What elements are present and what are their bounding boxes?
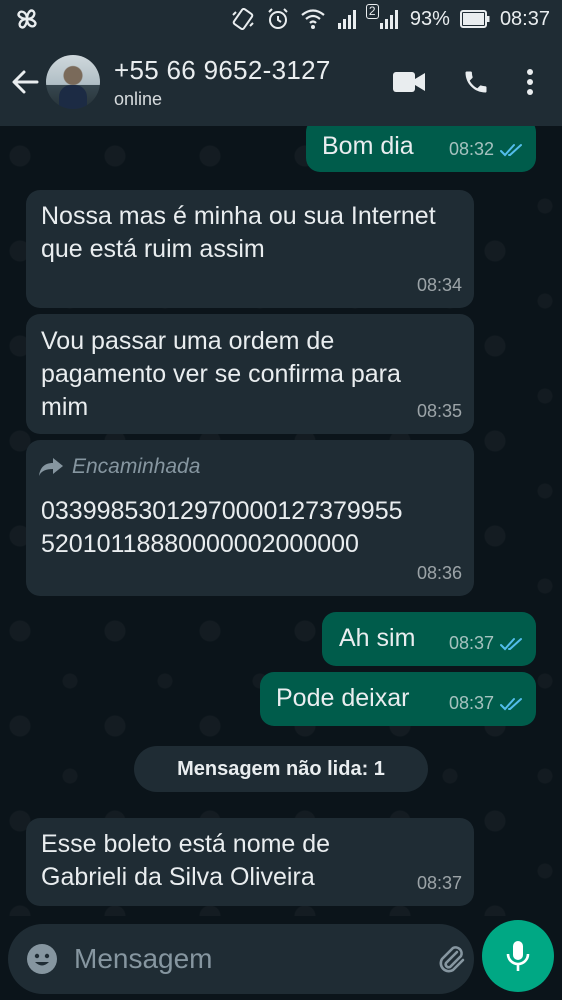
- forwarded-text: Encaminhada: [72, 455, 201, 478]
- message-time: 08:35: [416, 401, 462, 421]
- unread-messages-divider: Mensagem não lida: 1: [134, 746, 428, 792]
- battery-percent: 93%: [409, 7, 450, 30]
- emoji-button[interactable]: [26, 943, 58, 975]
- message-text-line1: 03399853012970000127379955: [41, 497, 403, 525]
- message-meta: 08:37: [449, 627, 524, 660]
- chat-header: +55 66 9652-3127 online: [0, 38, 562, 126]
- voice-message-button[interactable]: [482, 920, 554, 992]
- video-call-icon: [393, 72, 425, 92]
- status-bar: 2 93% 08:37: [0, 0, 562, 38]
- message-outgoing[interactable]: Ah sim 08:37: [322, 612, 536, 666]
- message-time: 08:37: [448, 633, 494, 653]
- more-vert-icon: [527, 69, 533, 95]
- vibrate-icon: [232, 7, 254, 31]
- alarm-icon: [268, 8, 288, 29]
- message-text: Esse boleto está nome de Gabrieli da Sil…: [41, 830, 331, 891]
- composer-bar: [0, 916, 562, 1000]
- voice-call-button[interactable]: [462, 68, 490, 96]
- message-meta: 08:36: [417, 557, 462, 590]
- message-text: Vou passar uma ordem de pagamento ver se…: [41, 327, 401, 421]
- sim2-badge: 2: [365, 4, 379, 19]
- message-time: 08:32: [448, 139, 494, 159]
- read-ticks-icon: [500, 143, 522, 156]
- video-call-button[interactable]: [392, 70, 426, 94]
- status-left: [14, 6, 40, 32]
- message-meta: 08:34: [417, 269, 462, 302]
- more-options-button[interactable]: [526, 68, 534, 96]
- status-time: 08:37: [499, 7, 550, 30]
- contact-status: online: [114, 88, 163, 109]
- read-ticks-icon: [500, 637, 522, 650]
- message-meta: 08:37: [417, 867, 462, 900]
- composer-pill: [8, 924, 536, 994]
- status-right: 2 93% 08:37: [230, 4, 550, 32]
- message-incoming[interactable]: Vou passar uma ordem de pagamento ver se…: [26, 314, 474, 434]
- message-text: Nossa mas é minha ou sua Internet que es…: [41, 202, 436, 263]
- header-actions: [392, 68, 534, 96]
- battery-icon: [459, 10, 490, 28]
- message-outgoing[interactable]: Pode deixar 08:37: [260, 672, 536, 726]
- back-arrow-icon: [12, 70, 39, 94]
- pinwheel-icon: [17, 9, 37, 29]
- message-incoming[interactable]: Nossa mas é minha ou sua Internet que es…: [26, 190, 474, 308]
- message-time: 08:37: [416, 873, 462, 893]
- signal-icon-2: [379, 10, 398, 29]
- emoji-icon: [27, 944, 57, 974]
- message-input[interactable]: [74, 943, 435, 975]
- message-meta: 08:37: [449, 687, 524, 720]
- wifi-icon: [301, 9, 325, 29]
- sim2-signal: 2: [365, 4, 400, 30]
- message-time: 08:36: [416, 563, 462, 583]
- signal-icon: [337, 10, 356, 29]
- message-meta: 08:35: [417, 395, 462, 428]
- contact-info[interactable]: +55 66 9652-3127 online: [114, 55, 392, 110]
- chat-area[interactable]: Bom dia 08:32 Nossa mas é minha ou sua I…: [0, 126, 562, 916]
- contact-name: +55 66 9652-3127: [114, 54, 331, 85]
- read-ticks-icon: [500, 697, 522, 710]
- message-incoming-forwarded[interactable]: Encaminhada 03399853012970000127379955 5…: [26, 440, 474, 596]
- message-incoming[interactable]: Esse boleto está nome de Gabrieli da Sil…: [26, 818, 474, 906]
- forwarded-label: Encaminhada: [38, 450, 462, 483]
- attach-button[interactable]: [435, 943, 467, 975]
- avatar[interactable]: [46, 55, 100, 109]
- phone-call-icon: [465, 71, 487, 93]
- message-outgoing[interactable]: Bom dia 08:32: [306, 126, 536, 172]
- back-button[interactable]: [2, 38, 48, 126]
- message-time: 08:37: [448, 693, 494, 713]
- message-text-line2: 52010118880000002000000: [41, 530, 359, 558]
- message-meta: 08:32: [449, 133, 524, 166]
- message-time: 08:34: [416, 275, 462, 295]
- paperclip-icon: [439, 946, 465, 973]
- forward-arrow-icon: [39, 457, 63, 476]
- mic-icon: [506, 941, 530, 971]
